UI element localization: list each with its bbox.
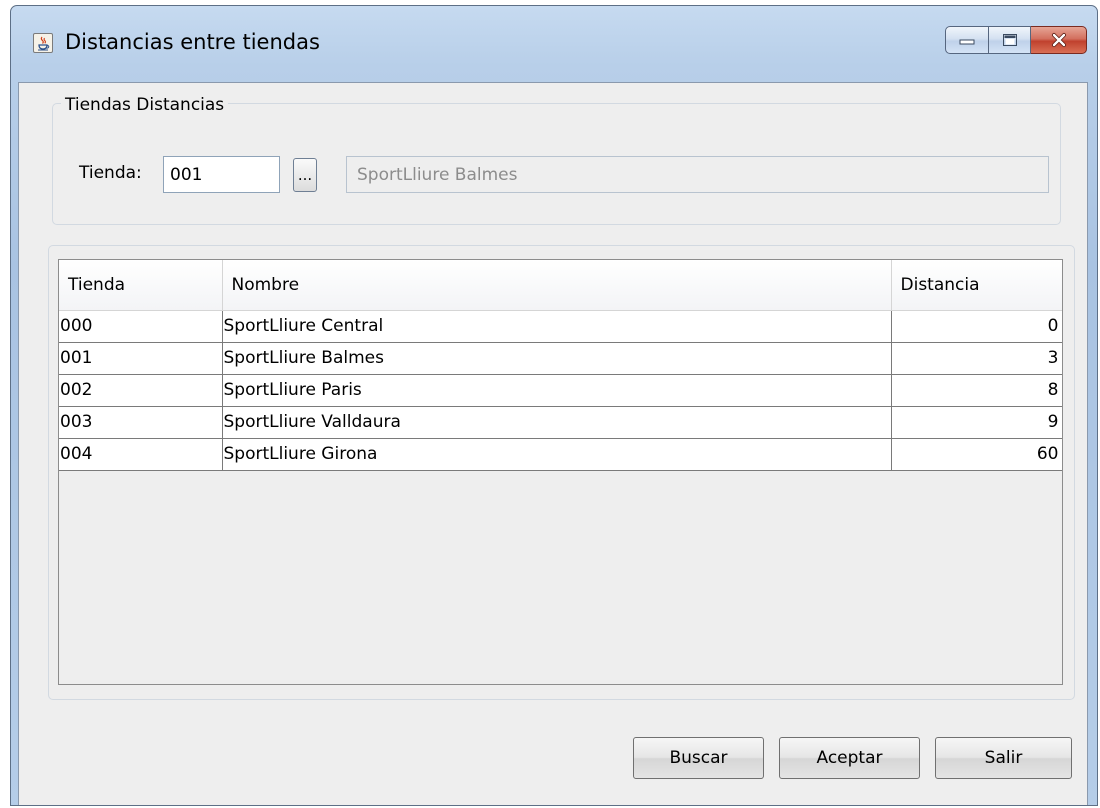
cell-nombre[interactable]: SportLliure Girona	[222, 438, 892, 471]
cell-nombre[interactable]: SportLliure Balmes	[222, 342, 892, 375]
title-bar[interactable]: Distancias entre tiendas	[11, 6, 1097, 84]
column-header-tienda[interactable]: Tienda	[59, 260, 223, 311]
cell-distancia[interactable]: 9	[891, 406, 1062, 439]
salir-button[interactable]: Salir	[935, 737, 1072, 779]
distances-table-scrollpane[interactable]: Tienda Nombre Distancia 000 SportLliure …	[58, 259, 1063, 685]
column-header-distancia[interactable]: Distancia	[891, 260, 1062, 311]
cell-nombre[interactable]: SportLliure Valldaura	[222, 406, 892, 439]
table-row[interactable]: 000 SportLliure Central 0	[59, 310, 1062, 343]
table-header-row: Tienda Nombre Distancia	[59, 260, 1062, 311]
group-title: Tiendas Distancias	[61, 95, 229, 115]
close-button[interactable]	[1031, 26, 1087, 54]
cell-tienda[interactable]: 004	[59, 438, 223, 471]
java-cup-icon[interactable]	[33, 33, 53, 53]
buscar-button[interactable]: Buscar	[633, 737, 764, 779]
maximize-button[interactable]	[989, 26, 1031, 54]
close-icon	[1051, 33, 1066, 47]
tienda-code-field[interactable]	[163, 156, 280, 193]
cell-tienda[interactable]: 001	[59, 342, 223, 375]
table-row[interactable]: 001 SportLliure Balmes 3	[59, 342, 1062, 375]
cell-tienda[interactable]: 003	[59, 406, 223, 439]
lookup-button[interactable]: ...	[293, 158, 317, 192]
distances-table: Tienda Nombre Distancia 000 SportLliure …	[59, 260, 1062, 471]
minimize-icon	[959, 39, 975, 45]
table-row[interactable]: 003 SportLliure Valldaura 9	[59, 406, 1062, 439]
cell-distancia[interactable]: 3	[891, 342, 1062, 375]
cell-tienda[interactable]: 000	[59, 310, 223, 343]
tienda-name-field	[346, 156, 1049, 193]
table-row[interactable]: 002 SportLliure Paris 8	[59, 374, 1062, 407]
window-controls	[945, 26, 1087, 56]
cell-distancia[interactable]: 8	[891, 374, 1062, 407]
cell-tienda[interactable]: 002	[59, 374, 223, 407]
aceptar-button[interactable]: Aceptar	[779, 737, 920, 779]
cell-distancia[interactable]: 0	[891, 310, 1062, 343]
cell-nombre[interactable]: SportLliure Paris	[222, 374, 892, 407]
cell-distancia[interactable]: 60	[891, 438, 1062, 471]
window-title: Distancias entre tiendas	[65, 30, 320, 54]
minimize-button[interactable]	[945, 26, 989, 54]
cell-nombre[interactable]: SportLliure Central	[222, 310, 892, 343]
dialog-content: Tiendas Distancias Tienda: ... Tienda No…	[18, 82, 1088, 805]
app-window: Distancias entre tiendas Tiendas Distanc…	[10, 5, 1098, 806]
column-header-nombre[interactable]: Nombre	[222, 260, 892, 311]
maximize-icon	[1002, 34, 1017, 46]
table-row[interactable]: 004 SportLliure Girona 60	[59, 438, 1062, 471]
tienda-label: Tienda:	[79, 163, 142, 183]
